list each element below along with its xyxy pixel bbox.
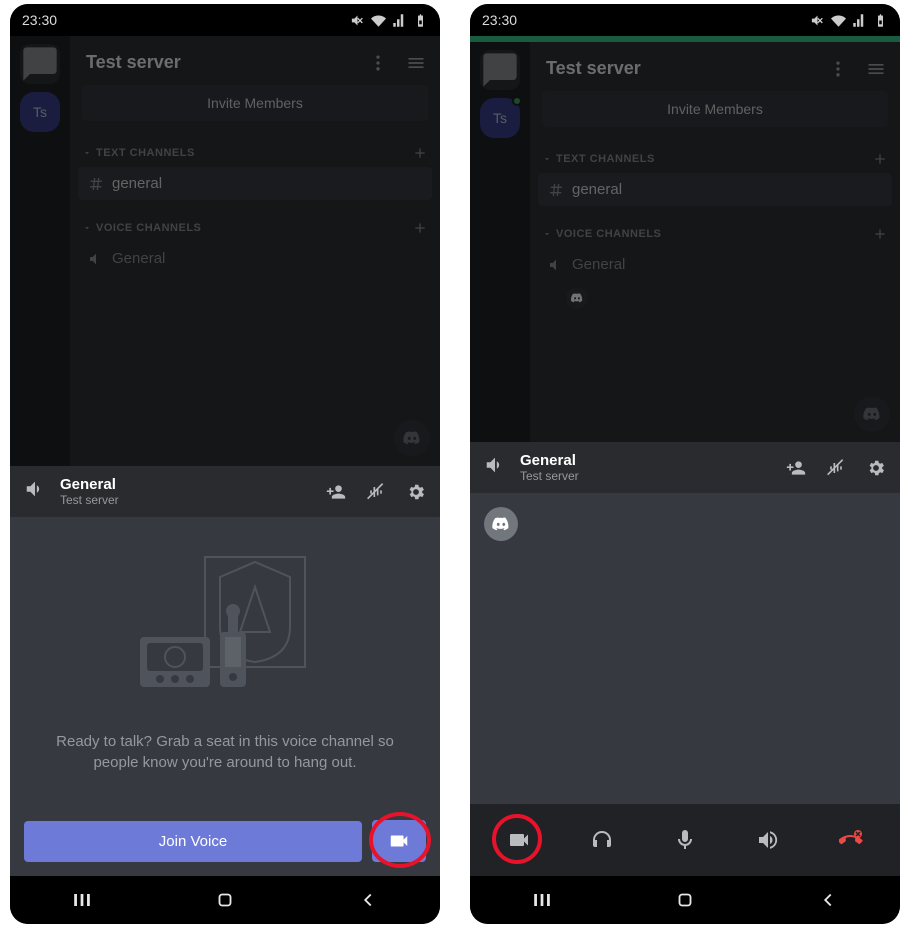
speaker-icon	[88, 251, 104, 267]
voice-channel-general[interactable]: General	[78, 242, 432, 275]
status-icons	[810, 13, 888, 28]
home-icon[interactable]	[674, 889, 696, 911]
gear-icon[interactable]	[866, 458, 886, 478]
voice-server-sub: Test server	[520, 469, 772, 483]
add-text-channel-icon[interactable]	[872, 151, 888, 167]
left-phone: 23:30 Ts Test server	[10, 4, 440, 924]
wifi-icon	[371, 13, 386, 28]
invite-button[interactable]: Invite Members	[82, 85, 428, 121]
voice-prompt: Ready to talk? Grab a seat in this voice…	[48, 731, 402, 773]
wifi-icon	[831, 13, 846, 28]
battery-icon	[873, 13, 888, 28]
noise-suppress-icon[interactable]	[366, 482, 386, 502]
text-channels-header[interactable]: TEXT CHANNELS	[538, 145, 892, 173]
server-title: Test server	[86, 52, 181, 73]
right-phone: 23:30 Ts Test server	[470, 4, 900, 924]
add-voice-channel-icon[interactable]	[872, 226, 888, 242]
illustration	[125, 547, 325, 707]
deafen-button[interactable]	[580, 818, 624, 862]
clock: 23:30	[22, 12, 57, 28]
server-content: Test server Invite Members TEXT CHANNELS…	[530, 42, 900, 442]
hash-icon	[548, 182, 564, 198]
nav-bar	[10, 876, 440, 924]
voice-header: General Test server	[470, 442, 900, 493]
server-title: Test server	[546, 58, 641, 79]
mute-icon	[810, 13, 825, 28]
speaker-icon[interactable]	[484, 454, 506, 481]
server-rail: Ts	[470, 42, 530, 442]
text-channels-header[interactable]: TEXT CHANNELS	[78, 139, 432, 167]
more-icon[interactable]	[828, 59, 848, 79]
clock: 23:30	[482, 12, 517, 28]
discord-fab[interactable]	[394, 420, 430, 456]
voice-channel-title: General	[520, 452, 772, 469]
voice-channels-header[interactable]: VOICE CHANNELS	[78, 214, 432, 242]
camera-button[interactable]	[497, 818, 541, 862]
server-panel-dimmed: Ts Test server Invite Members TEXT CHANN…	[470, 42, 900, 442]
status-bar: 23:30	[10, 4, 440, 36]
server-badge[interactable]: Ts	[480, 98, 520, 138]
voice-channel-general[interactable]: General	[538, 248, 892, 281]
battery-icon	[413, 13, 428, 28]
home-icon[interactable]	[214, 889, 236, 911]
video-button[interactable]	[372, 820, 426, 862]
speaker-button[interactable]	[746, 818, 790, 862]
server-content: Test server Invite Members TEXT CHANNELS…	[70, 36, 440, 466]
speaker-icon[interactable]	[24, 478, 46, 505]
mic-button[interactable]	[663, 818, 707, 862]
add-user-icon[interactable]	[786, 458, 806, 478]
invite-button[interactable]: Invite Members	[542, 91, 888, 127]
mute-icon	[350, 13, 365, 28]
server-badge[interactable]: Ts	[20, 92, 60, 132]
voice-body-connected	[470, 493, 900, 804]
recents-icon[interactable]	[531, 889, 553, 911]
add-user-icon[interactable]	[326, 482, 346, 502]
back-icon[interactable]	[357, 889, 379, 911]
voice-controls	[470, 804, 900, 876]
speaker-icon	[548, 257, 564, 273]
voice-channels-header[interactable]: VOICE CHANNELS	[538, 220, 892, 248]
join-voice-button[interactable]: Join Voice	[24, 821, 362, 862]
recents-icon[interactable]	[71, 889, 93, 911]
text-channel-general[interactable]: general	[538, 173, 892, 206]
online-dot	[512, 96, 522, 106]
signal-icon	[392, 13, 407, 28]
dm-icon[interactable]	[480, 50, 520, 90]
hamburger-icon[interactable]	[406, 53, 426, 73]
noise-suppress-icon[interactable]	[826, 458, 846, 478]
dm-icon[interactable]	[20, 44, 60, 84]
disconnect-button[interactable]	[829, 818, 873, 862]
text-channel-general[interactable]: general	[78, 167, 432, 200]
more-icon[interactable]	[368, 53, 388, 73]
gear-icon[interactable]	[406, 482, 426, 502]
hash-icon	[88, 176, 104, 192]
voice-header: General Test server	[10, 466, 440, 517]
voice-body: Ready to talk? Grab a seat in this voice…	[10, 517, 440, 876]
status-icons	[350, 13, 428, 28]
server-rail: Ts	[10, 36, 70, 466]
discord-fab[interactable]	[854, 396, 890, 432]
server-panel-dimmed: Ts Test server Invite Members TEXT CHANN…	[10, 36, 440, 466]
hamburger-icon[interactable]	[866, 59, 886, 79]
signal-icon	[852, 13, 867, 28]
status-bar: 23:30	[470, 4, 900, 36]
nav-bar	[470, 876, 900, 924]
voice-user-avatar[interactable]	[566, 287, 588, 309]
voice-server-sub: Test server	[60, 493, 312, 507]
voice-channel-title: General	[60, 476, 312, 493]
add-text-channel-icon[interactable]	[412, 145, 428, 161]
back-icon[interactable]	[817, 889, 839, 911]
participant-avatar[interactable]	[484, 507, 518, 541]
add-voice-channel-icon[interactable]	[412, 220, 428, 236]
